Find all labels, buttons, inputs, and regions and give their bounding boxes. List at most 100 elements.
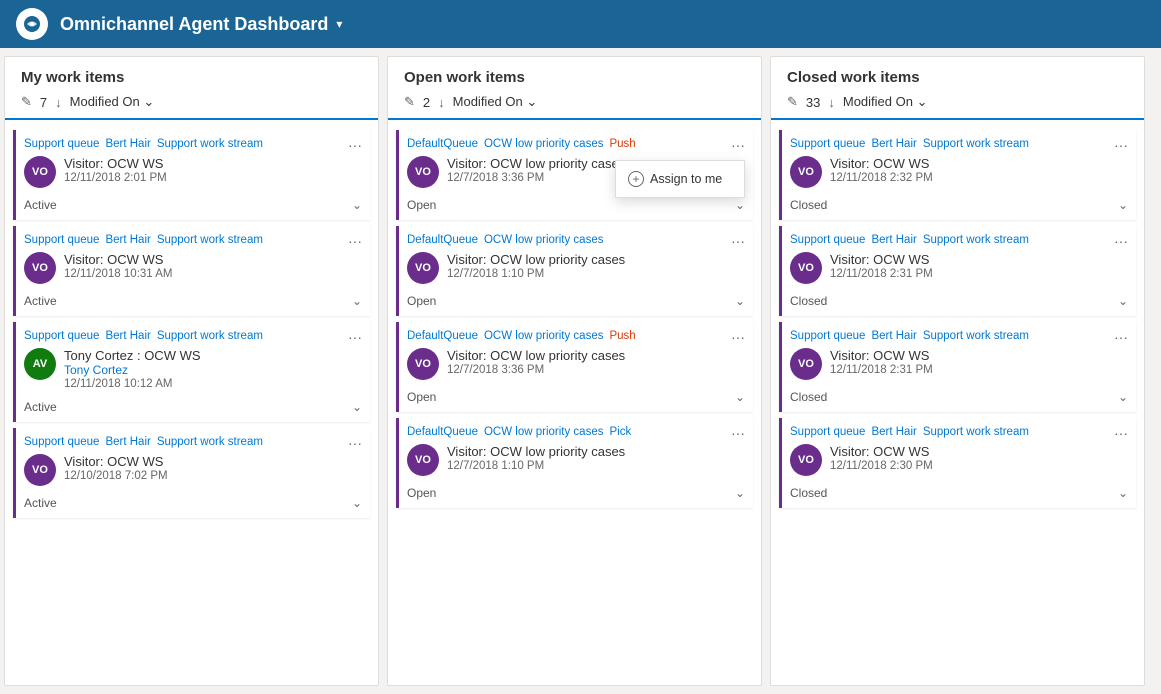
chevron-down-icon[interactable]: ⌄ bbox=[352, 198, 362, 212]
work-item: Support queue Bert Hair Support work strea… bbox=[779, 226, 1136, 316]
work-item-date: 12/7/2018 3:36 PM bbox=[447, 364, 745, 376]
tag-link[interactable]: Bert Hair bbox=[105, 138, 150, 150]
tag-link[interactable]: Bert Hair bbox=[871, 138, 916, 150]
work-item-footer: Closed⌄ bbox=[790, 482, 1128, 500]
work-item-info: Visitor: OCW WS12/11/2018 2:31 PM bbox=[830, 348, 1128, 376]
item-count: 2 bbox=[423, 95, 430, 110]
tag-link[interactable]: Support queue bbox=[24, 436, 99, 448]
work-item-body: VOVisitor: OCW WS12/11/2018 2:31 PM bbox=[790, 252, 1128, 284]
chevron-down-icon[interactable]: ⌄ bbox=[1118, 390, 1128, 404]
more-button[interactable]: ··· bbox=[348, 330, 362, 344]
tag-link[interactable]: DefaultQueue bbox=[407, 138, 478, 150]
chevron-down-icon[interactable]: ⌄ bbox=[352, 294, 362, 308]
tag-link[interactable]: Bert Hair bbox=[105, 330, 150, 342]
chevron-down-icon[interactable]: ⌄ bbox=[1118, 198, 1128, 212]
tag-link[interactable]: OCW low priority cases bbox=[484, 234, 604, 246]
app-title: Omnichannel Agent Dashboard bbox=[60, 14, 328, 35]
work-item-footer: Active ⌄ bbox=[24, 396, 362, 414]
sort-label[interactable]: Modified On ⌄ bbox=[70, 94, 155, 110]
work-item-date: 12/11/2018 2:31 PM bbox=[830, 268, 1128, 280]
more-button[interactable]: ··· bbox=[731, 234, 745, 248]
tag-link[interactable]: DefaultQueue bbox=[407, 234, 478, 246]
more-button[interactable]: ··· bbox=[348, 138, 362, 152]
tag-link[interactable]: Support work stream bbox=[157, 330, 263, 342]
tag-link[interactable]: Support work stream bbox=[923, 426, 1029, 438]
tag-link[interactable]: Support work stream bbox=[923, 138, 1029, 150]
chevron-down-icon[interactable]: ⌄ bbox=[735, 486, 745, 500]
sort-label[interactable]: Modified On ⌄ bbox=[843, 94, 928, 110]
work-item-footer: Active⌄ bbox=[24, 492, 362, 510]
chevron-down-icon[interactable]: ⌄ bbox=[735, 390, 745, 404]
tag-link[interactable]: Support work stream bbox=[157, 234, 263, 246]
tag-link[interactable]: Support queue bbox=[790, 330, 865, 342]
tag-link[interactable]: Support queue bbox=[24, 234, 99, 246]
more-button[interactable]: ··· bbox=[1114, 234, 1128, 248]
tag-link[interactable]: Bert Hair bbox=[871, 234, 916, 246]
tag-link[interactable]: OCW low priority cases bbox=[484, 138, 604, 150]
tag-link[interactable]: Bert Hair bbox=[105, 234, 150, 246]
work-item-body: VOVisitor: OCW WS12/11/2018 2:32 PM bbox=[790, 156, 1128, 188]
chevron-down-icon[interactable]: ⌄ bbox=[735, 198, 745, 212]
column-my-work-items: My work items✎7↓Modified On ⌄Support que… bbox=[4, 56, 379, 686]
tag-link[interactable]: OCW low priority cases bbox=[484, 426, 604, 438]
tag-link[interactable]: Support queue bbox=[790, 234, 865, 246]
chevron-down-icon[interactable]: ⌄ bbox=[1118, 294, 1128, 308]
column-title: My work items bbox=[21, 69, 362, 86]
more-button[interactable]: ··· bbox=[1114, 138, 1128, 152]
work-item: Support queue Bert Hair Support work strea… bbox=[779, 130, 1136, 220]
more-button[interactable]: ··· bbox=[731, 426, 745, 440]
tag-push: Push bbox=[609, 138, 635, 150]
sort-down-icon[interactable]: ↓ bbox=[438, 95, 445, 110]
work-item-body: VOVisitor: OCW low priority cases12/7/20… bbox=[407, 348, 745, 380]
more-button[interactable]: ··· bbox=[731, 330, 745, 344]
work-item: Support queue Bert Hair Support work strea… bbox=[13, 226, 370, 316]
tag-link[interactable]: Support queue bbox=[24, 138, 99, 150]
sort-label[interactable]: Modified On ⌄ bbox=[453, 94, 538, 110]
sort-down-icon[interactable]: ↓ bbox=[828, 95, 835, 110]
header-chevron-icon[interactable]: ▾ bbox=[336, 17, 342, 31]
tag-link[interactable]: Support work stream bbox=[157, 138, 263, 150]
work-item: Support queue Bert Hair Support work strea… bbox=[779, 418, 1136, 508]
work-item: DefaultQueueOCW low priority cases···VOV… bbox=[396, 226, 753, 316]
column-header-closed-work-items: Closed work items✎33↓Modified On ⌄ bbox=[771, 57, 1144, 120]
work-item-sublink[interactable]: Tony Cortez bbox=[64, 363, 362, 377]
more-button[interactable]: ··· bbox=[731, 138, 745, 152]
more-button[interactable]: ··· bbox=[348, 234, 362, 248]
tag-link[interactable]: Support queue bbox=[24, 330, 99, 342]
work-item-tags: Support queue Bert Hair Support work strea… bbox=[24, 436, 362, 448]
work-item: Support queue Bert Hair Support work strea… bbox=[13, 322, 370, 422]
tag-link[interactable]: DefaultQueue bbox=[407, 330, 478, 342]
more-button[interactable]: ··· bbox=[1114, 330, 1128, 344]
chevron-down-icon[interactable]: ⌄ bbox=[735, 294, 745, 308]
more-button[interactable]: ··· bbox=[1114, 426, 1128, 440]
avatar: VO bbox=[24, 252, 56, 284]
work-item-status: Closed bbox=[790, 294, 827, 308]
chevron-down-icon[interactable]: ⌄ bbox=[352, 400, 362, 414]
assign-to-me-button[interactable]: +Assign to me bbox=[616, 165, 744, 193]
work-item-tags: Support queue Bert Hair Support work strea… bbox=[24, 330, 362, 342]
tag-link[interactable]: Support queue bbox=[790, 138, 865, 150]
tag-link[interactable]: Bert Hair bbox=[871, 426, 916, 438]
avatar: VO bbox=[24, 454, 56, 486]
assign-popup: +Assign to me bbox=[615, 160, 745, 198]
work-item-date: 12/11/2018 2:30 PM bbox=[830, 460, 1128, 472]
tag-link[interactable]: Bert Hair bbox=[105, 436, 150, 448]
app-icon bbox=[16, 8, 48, 40]
tag-link[interactable]: OCW low priority cases bbox=[484, 330, 604, 342]
sort-down-icon[interactable]: ↓ bbox=[55, 95, 62, 110]
more-button[interactable]: ··· bbox=[348, 436, 362, 450]
tag-link[interactable]: DefaultQueue bbox=[407, 426, 478, 438]
work-item-tags: Support queue Bert Hair Support work strea… bbox=[24, 234, 362, 246]
work-item-tags: DefaultQueueOCW low priority casesPush bbox=[407, 330, 745, 342]
column-closed-work-items: Closed work items✎33↓Modified On ⌄Suppor… bbox=[770, 56, 1145, 686]
chevron-down-icon[interactable]: ⌄ bbox=[1118, 486, 1128, 500]
work-item-status: Active bbox=[24, 400, 57, 414]
work-item-tags: DefaultQueue OCW low priority cases Push bbox=[407, 138, 745, 150]
tag-link[interactable]: Support work stream bbox=[157, 436, 263, 448]
tag-link[interactable]: Support work stream bbox=[923, 234, 1029, 246]
tag-link[interactable]: Bert Hair bbox=[871, 330, 916, 342]
chevron-down-icon[interactable]: ⌄ bbox=[352, 496, 362, 510]
item-count: 33 bbox=[806, 95, 820, 110]
tag-link[interactable]: Support queue bbox=[790, 426, 865, 438]
tag-link[interactable]: Support work stream bbox=[923, 330, 1029, 342]
